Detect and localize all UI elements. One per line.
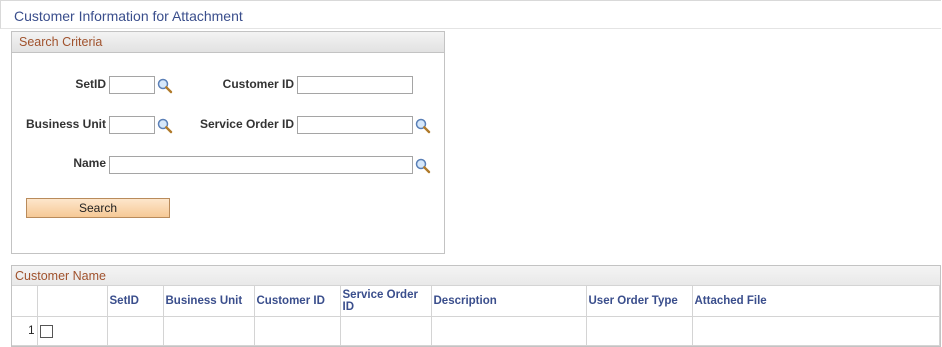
cell-attached-file xyxy=(691,316,940,346)
name-label: Name xyxy=(73,156,106,170)
service-order-id-label: Service Order ID xyxy=(199,117,294,131)
search-button[interactable]: Search xyxy=(26,198,170,218)
search-criteria-title: Search Criteria xyxy=(19,35,103,49)
column-header-service-order-id[interactable]: Service Order ID xyxy=(339,285,432,317)
customer-name-grid: Customer Name SetID Business Unit Custom… xyxy=(11,265,941,347)
row-select-cell xyxy=(36,316,108,346)
cell-business-unit xyxy=(162,316,255,346)
setid-input[interactable] xyxy=(109,76,155,94)
search-criteria-box: Search Criteria SetID Customer ID Busine… xyxy=(11,31,445,254)
customer-id-input[interactable] xyxy=(297,76,413,94)
customer-id-label: Customer ID xyxy=(222,77,294,91)
cell-customer-id xyxy=(253,316,341,346)
table-row: 1 xyxy=(12,316,940,346)
select-header xyxy=(36,285,108,317)
customer-name-grid-title: Customer Name xyxy=(15,269,106,283)
column-header-attached-file[interactable]: Attached File xyxy=(691,285,940,317)
row-number-header xyxy=(12,285,38,317)
row-number: 1 xyxy=(12,316,38,346)
name-input[interactable] xyxy=(109,156,413,174)
business-unit-lookup-icon[interactable] xyxy=(157,118,173,134)
cell-service-order-id xyxy=(339,316,432,346)
setid-lookup-icon[interactable] xyxy=(157,78,173,94)
page-title: Customer Information for Attachment xyxy=(14,8,243,24)
service-order-id-input[interactable] xyxy=(297,116,413,134)
page-header: Customer Information for Attachment xyxy=(0,0,941,29)
column-header-user-order-type[interactable]: User Order Type xyxy=(585,285,693,317)
cell-user-order-type xyxy=(585,316,693,346)
row-select-checkbox[interactable] xyxy=(39,324,53,338)
cell-setid xyxy=(106,316,164,346)
business-unit-label: Business Unit xyxy=(25,117,106,131)
service-order-id-lookup-icon[interactable] xyxy=(415,118,431,134)
column-header-customer-id[interactable]: Customer ID xyxy=(253,285,341,317)
column-header-setid[interactable]: SetID xyxy=(106,285,164,317)
search-criteria-header: Search Criteria xyxy=(12,32,444,53)
customer-name-grid-header: Customer Name xyxy=(12,266,940,285)
setid-label: SetID xyxy=(75,77,106,91)
results-table: SetID Business Unit Customer ID Service … xyxy=(12,285,940,346)
column-header-description[interactable]: Description xyxy=(430,285,587,317)
business-unit-input[interactable] xyxy=(109,116,155,134)
column-header-business-unit[interactable]: Business Unit xyxy=(162,285,255,317)
name-lookup-icon[interactable] xyxy=(415,158,431,174)
table-header-row: SetID Business Unit Customer ID Service … xyxy=(12,285,940,317)
cell-description xyxy=(430,316,587,346)
